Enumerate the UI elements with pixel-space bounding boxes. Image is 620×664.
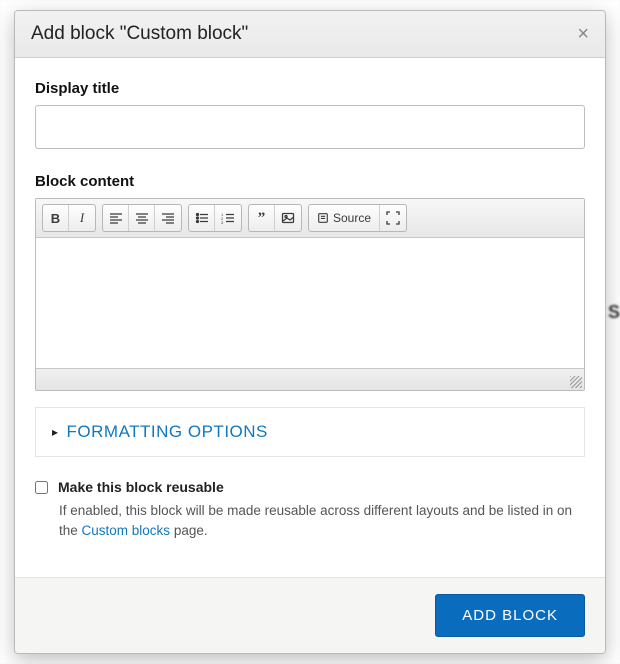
source-button[interactable]: Source bbox=[309, 205, 380, 231]
resize-handle-icon[interactable] bbox=[570, 376, 582, 388]
editor-toolbar: B I bbox=[36, 199, 584, 238]
rich-text-editor: B I bbox=[35, 198, 585, 391]
italic-button[interactable]: I bbox=[69, 205, 95, 231]
reusable-help-text: If enabled, this block will be made reus… bbox=[59, 501, 585, 540]
formatting-options-toggle[interactable]: ▸ FORMATTING OPTIONS bbox=[52, 422, 568, 442]
numbered-list-icon[interactable]: 123 bbox=[215, 205, 241, 231]
reusable-checkbox[interactable] bbox=[35, 481, 48, 494]
blockquote-icon[interactable]: ” bbox=[249, 205, 275, 231]
formatting-options-section: ▸ FORMATTING OPTIONS bbox=[35, 407, 585, 457]
svg-text:3: 3 bbox=[221, 220, 224, 225]
source-label: Source bbox=[333, 211, 371, 225]
maximize-icon[interactable] bbox=[380, 205, 406, 231]
display-title-label: Display title bbox=[35, 80, 585, 97]
formatting-options-label: FORMATTING OPTIONS bbox=[67, 422, 268, 442]
bold-button[interactable]: B bbox=[43, 205, 69, 231]
modal-title: Add block "Custom block" bbox=[31, 23, 248, 45]
align-center-icon[interactable] bbox=[129, 205, 155, 231]
modal-body: Display title Block content B I bbox=[15, 58, 605, 577]
image-icon[interactable] bbox=[275, 205, 301, 231]
modal-footer: ADD BLOCK bbox=[15, 577, 605, 653]
reusable-label: Make this block reusable bbox=[58, 479, 224, 495]
display-title-input[interactable] bbox=[35, 105, 585, 149]
custom-blocks-link[interactable]: Custom blocks bbox=[82, 523, 171, 538]
block-content-label: Block content bbox=[35, 173, 585, 190]
align-right-icon[interactable] bbox=[155, 205, 181, 231]
modal-header: Add block "Custom block" × bbox=[15, 11, 605, 58]
close-icon[interactable]: × bbox=[577, 24, 589, 44]
editor-content-area[interactable] bbox=[36, 238, 584, 368]
caret-right-icon: ▸ bbox=[52, 425, 59, 439]
add-block-button[interactable]: ADD BLOCK bbox=[435, 594, 585, 637]
editor-statusbar bbox=[36, 368, 584, 390]
align-left-icon[interactable] bbox=[103, 205, 129, 231]
bulleted-list-icon[interactable] bbox=[189, 205, 215, 231]
add-block-modal: Add block "Custom block" × Display title… bbox=[14, 10, 606, 654]
